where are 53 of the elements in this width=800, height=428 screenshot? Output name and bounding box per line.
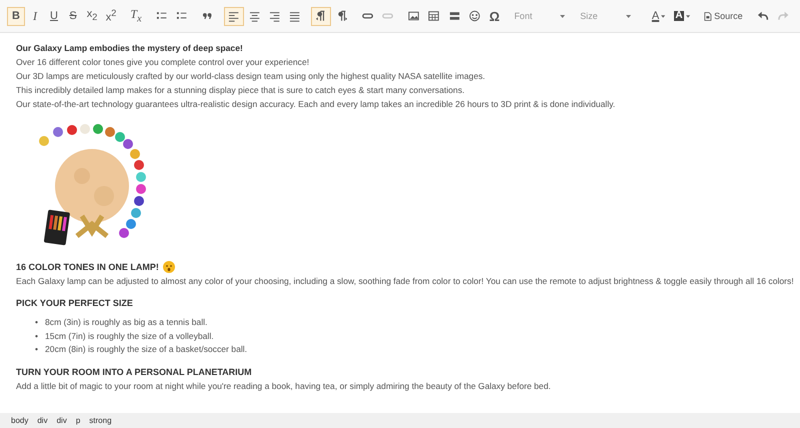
ltr-button[interactable] (311, 6, 331, 26)
bold-button[interactable]: B (7, 6, 25, 26)
breadcrumb-link[interactable]: strong (89, 416, 112, 425)
image-icon (408, 10, 420, 22)
paragraph-mark-icon (315, 10, 327, 22)
text-color-button[interactable]: A (648, 6, 670, 26)
underline-button[interactable]: U (45, 6, 63, 26)
list-item: 15cm (7in) is roughly the size of a volleyball. (45, 330, 214, 343)
breadcrumb-link[interactable]: div (37, 416, 48, 425)
bullet-marker: • (35, 330, 38, 342)
italic-button[interactable]: I (26, 6, 44, 26)
paragraph-line: Our state-of-the-art technology guarantees ultra-realistic design accuracy. Each and every lamp takes an incredible 26 hours to 3D print & is done individually. (16, 98, 616, 111)
breadcrumb-link[interactable]: p (76, 416, 80, 425)
paragraph-line: This incredibly detailed lamp makes for a stunning display piece that is sure to catch eyes & start many conversations. (16, 84, 466, 97)
bold-paragraph: Our Galaxy Lamp embodies the mystery of deep space! (16, 42, 244, 55)
source-button[interactable]: Source (700, 6, 747, 26)
section-heading: TURN YOUR ROOM INTO A PERSONAL PLANETARIUM (16, 366, 252, 378)
justify-icon (289, 10, 301, 22)
caret-icon (560, 14, 566, 18)
paragraph-line: Our 3D lamps are meticulously crafted by our world-class design team using only the highest quality NASA satellite images. (16, 70, 486, 83)
align-center-icon (248, 10, 260, 22)
breadcrumb-link[interactable]: div (56, 416, 67, 425)
special-char-button[interactable]: Ω (485, 6, 504, 26)
table-icon (428, 10, 440, 22)
caret-icon (626, 14, 632, 18)
paragraph-line: Over 16 different color tones give you complete control over your experience! (16, 56, 310, 69)
document-icon (704, 10, 712, 22)
paragraph: Each Galaxy lamp can be adjusted to almost any color of your choosing, including a slow, soothing fade from color to color! You can use the remote to adjust brightness & toggle easily through all 16 colors! (16, 275, 795, 288)
align-left-icon (228, 10, 240, 22)
section-heading: 16 COLOR TONES IN ONE LAMP! (16, 261, 159, 274)
bulleted-list-icon (176, 10, 188, 22)
caret-icon (661, 14, 666, 18)
list-item: 20cm (8in) is roughly the size of a basket/soccer ball. (45, 343, 248, 356)
bullet-marker: • (35, 316, 38, 329)
caret-icon (686, 14, 690, 18)
align-left-button[interactable] (224, 6, 244, 26)
align-right-icon (269, 10, 280, 22)
subscript-button[interactable]: x$_{2}$ (83, 6, 101, 26)
list-item: 8cm (3in) is roughly as big as a tennis ball. (45, 316, 208, 329)
section-heading: PICK YOUR PERFECT SIZE (16, 297, 133, 310)
undo-icon (757, 10, 769, 22)
paragraph: Add a little bit of magic to your room at night while you're reading a book, having tea, or simply admiring the beauty of the Galaxy before bed. (16, 380, 552, 392)
paragraph-mark-icon (336, 10, 348, 22)
bullet-marker: • (35, 343, 38, 356)
bg-color-button[interactable]: A (670, 6, 694, 26)
horizontal-bars-icon (448, 10, 460, 22)
quote-icon (202, 10, 214, 22)
smiley-icon (469, 10, 480, 22)
redo-icon (778, 10, 790, 22)
superscript-button[interactable]: x$^{2}$ (102, 6, 120, 26)
breadcrumb-link[interactable]: body (11, 416, 28, 425)
strike-button[interactable]: S (64, 6, 82, 26)
remove-format-button[interactable]: T$_{x}$ (126, 6, 146, 26)
